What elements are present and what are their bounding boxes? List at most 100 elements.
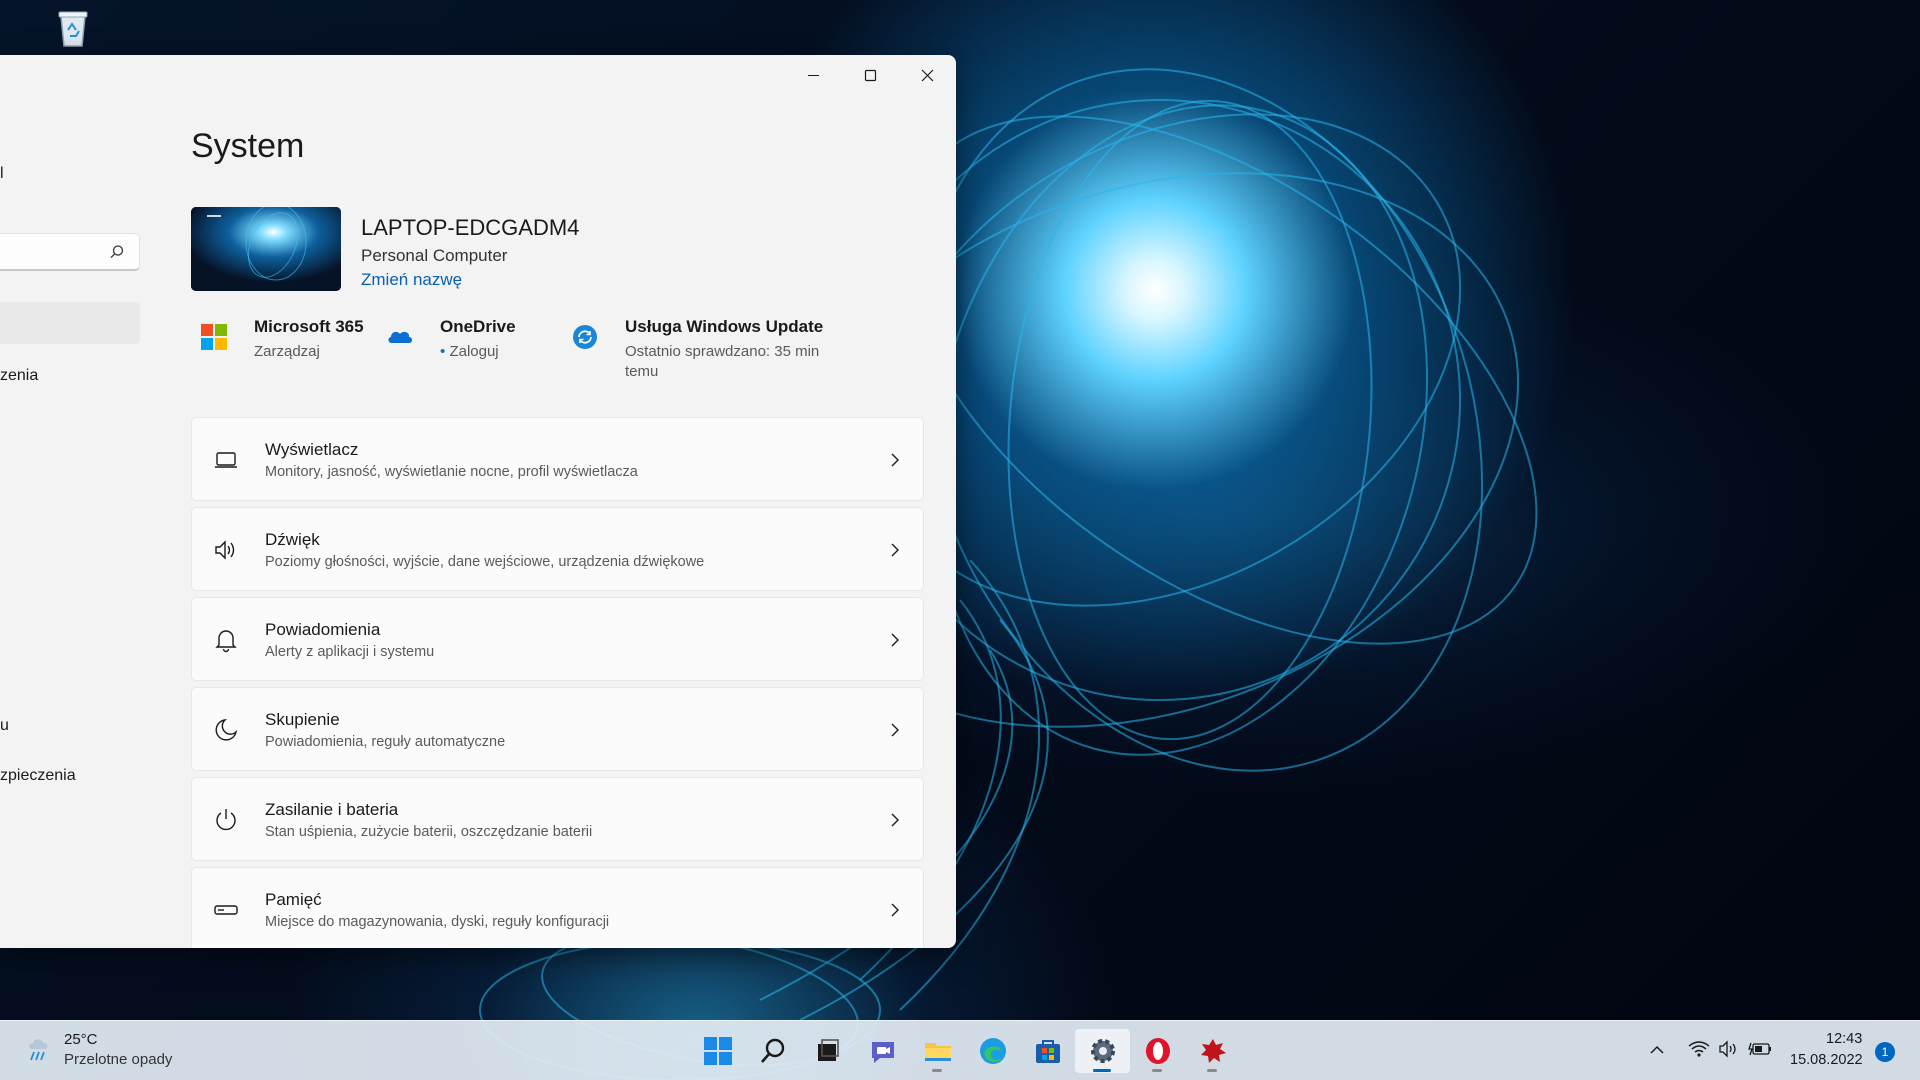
settings-button[interactable]	[1075, 1029, 1130, 1073]
setting-row-display[interactable]: Wyświetlacz Monitory, jasność, wyświetla…	[191, 417, 924, 501]
recycle-bin-icon[interactable]	[56, 8, 90, 48]
page-title: System	[191, 127, 305, 165]
window-controls	[785, 55, 956, 95]
file-explorer-icon	[924, 1043, 951, 1061]
search-icon	[760, 1038, 784, 1063]
task-view-button[interactable]	[800, 1029, 855, 1073]
onedrive-tile[interactable]: OneDrive • Zaloguj	[386, 317, 536, 377]
wifi-icon[interactable]	[1688, 1040, 1710, 1063]
setting-row-focus[interactable]: Skupienie Powiadomienia, reguły automaty…	[191, 687, 924, 771]
setting-title: Powiadomienia	[265, 620, 381, 639]
setting-subtitle: Miejsce do magazynowania, dyski, reguły …	[265, 914, 610, 930]
red-app-icon	[1200, 1039, 1226, 1063]
chevron-right-icon	[889, 721, 901, 739]
setting-title: Dźwięk	[265, 530, 320, 549]
red-app-button[interactable]	[1185, 1029, 1240, 1073]
setting-subtitle: Poziomy głośności, wyjście, dane wejścio…	[265, 554, 705, 570]
chevron-right-icon	[889, 901, 901, 919]
teams-chat-icon	[871, 1042, 894, 1063]
storage-drive-icon	[213, 897, 239, 923]
device-type: Personal Computer	[361, 246, 508, 265]
battery-charging-icon[interactable]	[1748, 1040, 1772, 1063]
settings-gear-icon	[1090, 1039, 1115, 1063]
signed-out-dot-icon: •	[440, 343, 446, 360]
file-explorer-button[interactable]	[910, 1029, 965, 1073]
settings-list: Wyświetlacz Monitory, jasność, wyświetla…	[191, 417, 924, 948]
taskbar: 25°C Przelotne opady 12:43 15.08.2022 1	[0, 1020, 1920, 1080]
search-button[interactable]	[745, 1029, 800, 1073]
microsoft-365-subtitle: Zarządzaj	[254, 343, 320, 360]
setting-title: Skupienie	[265, 710, 340, 729]
close-button[interactable]	[899, 55, 956, 95]
device-wallpaper-thumbnail	[191, 207, 341, 291]
close-icon	[921, 69, 934, 81]
running-indicator	[1207, 1069, 1217, 1072]
onedrive-subtitle: • Zaloguj	[440, 342, 499, 362]
weather-temperature: 25°C	[64, 1031, 98, 1048]
moon-icon	[213, 717, 239, 743]
rename-device-link[interactable]: Zmień nazwę	[361, 270, 462, 290]
maximize-button[interactable]	[842, 55, 899, 95]
settings-window: l zenia u zpieczenia System LAPTOP-EDCGA…	[0, 55, 956, 948]
search-input[interactable]	[0, 233, 140, 271]
setting-row-notifications[interactable]: Powiadomienia Alerty z aplikacji i syste…	[191, 597, 924, 681]
windows-update-tile[interactable]: Usługa Windows Update Ostatnio sprawdzan…	[571, 317, 871, 387]
microsoft-365-tile[interactable]: Microsoft 365 Zarządzaj	[200, 317, 364, 377]
notification-count-badge[interactable]: 1	[1875, 1042, 1895, 1062]
clock-date[interactable]: 15.08.2022	[1790, 1052, 1863, 1068]
windows-update-title: Usługa Windows Update	[625, 317, 824, 336]
setting-subtitle: Alerty z aplikacji i systemu	[265, 644, 435, 660]
nav-item-fragment[interactable]: l	[0, 165, 4, 183]
start-icon	[703, 1037, 732, 1065]
setting-title: Wyświetlacz	[265, 440, 359, 459]
microsoft-365-title: Microsoft 365	[254, 317, 364, 336]
onedrive-subtitle-text: Zaloguj	[449, 343, 499, 360]
teams-chat-button[interactable]	[855, 1029, 910, 1073]
windows-update-icon	[571, 323, 599, 351]
edge-icon	[979, 1038, 1006, 1064]
store-icon	[1035, 1040, 1060, 1063]
running-indicator	[1152, 1069, 1162, 1072]
setting-row-storage[interactable]: Pamięć Miejsce do magazynowania, dyski, …	[191, 867, 924, 948]
opera-icon	[1145, 1038, 1170, 1064]
edge-button[interactable]	[965, 1029, 1020, 1073]
power-icon	[213, 807, 239, 833]
clock-time[interactable]: 12:43	[1826, 1031, 1862, 1047]
nav-item-fragment[interactable]: u	[0, 717, 9, 735]
microsoft-logo-icon	[200, 323, 228, 351]
display-icon	[213, 447, 239, 473]
chevron-right-icon	[889, 631, 901, 649]
setting-row-power[interactable]: Zasilanie i bateria Stan uśpienia, zużyc…	[191, 777, 924, 861]
nav-item-selected[interactable]	[0, 302, 140, 344]
onedrive-cloud-icon	[386, 323, 414, 351]
setting-subtitle: Powiadomienia, reguły automatyczne	[265, 734, 506, 750]
volume-icon[interactable]	[1718, 1040, 1740, 1063]
setting-subtitle: Stan uśpienia, zużycie baterii, oszczędz…	[265, 824, 593, 840]
start-button[interactable]	[690, 1029, 745, 1073]
setting-title: Zasilanie i bateria	[265, 800, 399, 819]
nav-item-fragment[interactable]: zenia	[0, 367, 38, 385]
chevron-right-icon	[889, 541, 901, 559]
chevron-right-icon	[889, 451, 901, 469]
search-icon	[109, 244, 125, 265]
setting-row-sound[interactable]: Dźwięk Poziomy głośności, wyjście, dane …	[191, 507, 924, 591]
weather-description: Przelotne opady	[64, 1051, 173, 1068]
task-view-icon	[817, 1039, 839, 1061]
minimize-icon	[808, 74, 819, 76]
chevron-up-icon[interactable]	[1649, 1043, 1665, 1061]
store-button[interactable]	[1020, 1029, 1075, 1073]
chevron-right-icon	[889, 811, 901, 829]
speaker-icon	[213, 537, 239, 563]
taskbar-apps	[690, 1029, 1240, 1073]
device-name: LAPTOP-EDCGADM4	[361, 215, 580, 240]
nav-item-fragment[interactable]: zpieczenia	[0, 767, 76, 785]
active-indicator	[1093, 1069, 1111, 1072]
onedrive-title: OneDrive	[440, 317, 516, 336]
setting-subtitle: Monitory, jasność, wyświetlanie nocne, p…	[265, 464, 638, 480]
bell-icon	[213, 627, 239, 653]
opera-button[interactable]	[1130, 1029, 1185, 1073]
setting-title: Pamięć	[265, 890, 322, 909]
maximize-icon	[864, 69, 877, 81]
weather-rain-icon	[24, 1033, 56, 1070]
minimize-button[interactable]	[785, 55, 842, 95]
